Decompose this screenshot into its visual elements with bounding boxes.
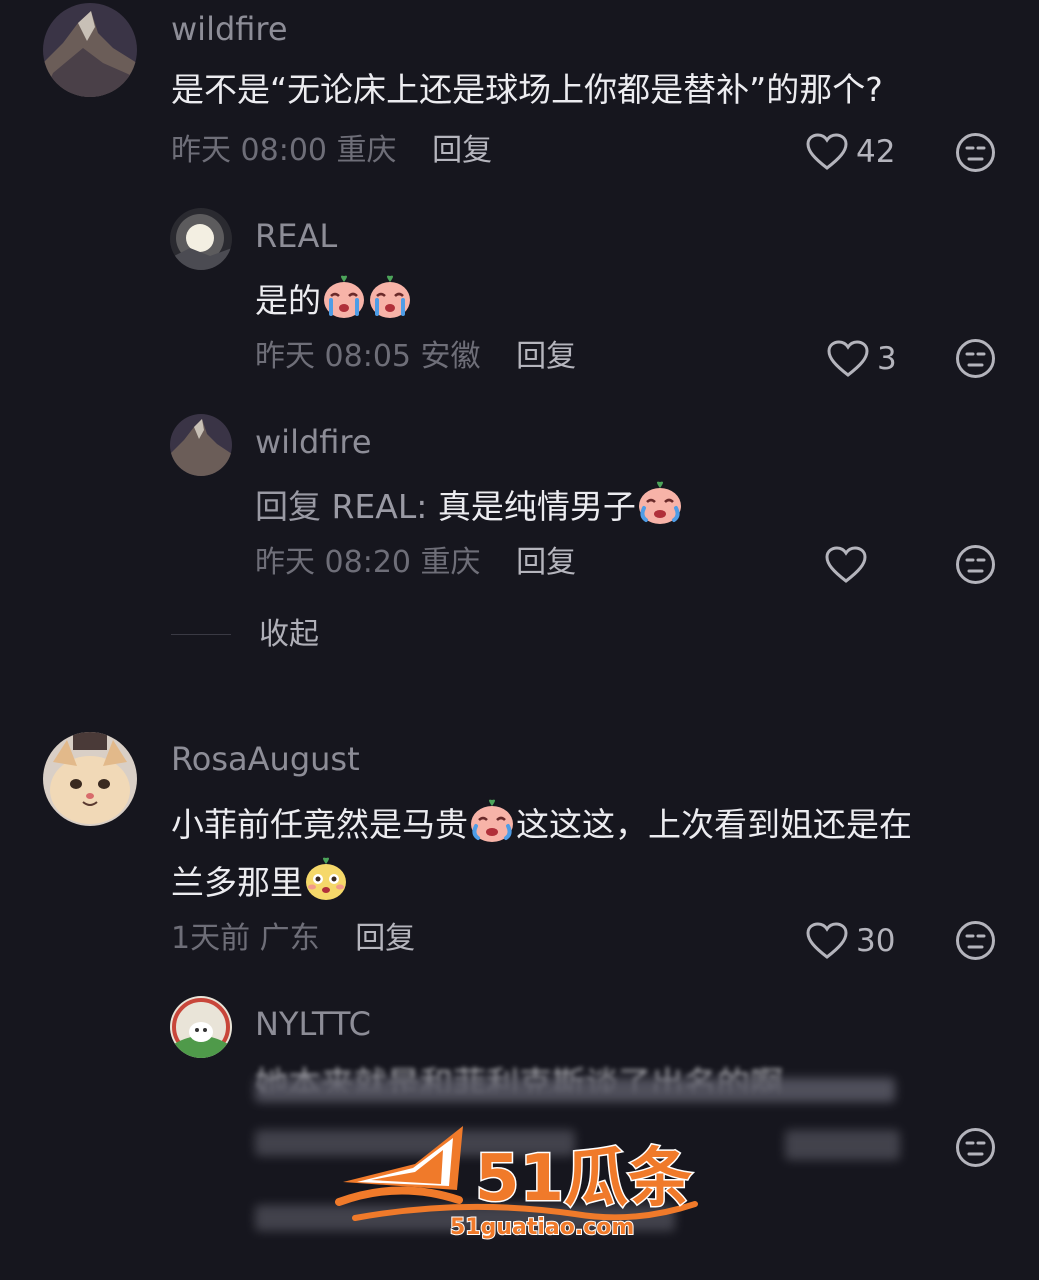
like-count: 3	[877, 341, 897, 377]
comment-time: 昨天 08:00	[171, 133, 327, 168]
reply-meta: 昨天 08:20 重庆 回复	[255, 545, 576, 581]
reply-meta: 昨天 08:05 安徽 回复	[255, 339, 576, 375]
reply-text: 回复 REAL: 真是纯情男子	[255, 480, 684, 529]
cry-emoji-icon	[370, 275, 410, 318]
comment-username[interactable]: wildfire	[171, 10, 288, 48]
reply-location: 重庆	[420, 545, 481, 580]
dislike-face-icon[interactable]	[955, 338, 996, 379]
watermark-brand: 51瓜条	[475, 1142, 692, 1216]
reply-text-content: 是的	[255, 281, 321, 320]
dislike-face-icon[interactable]	[955, 544, 996, 585]
heart-icon	[806, 922, 848, 959]
cry-emoji-icon	[638, 481, 681, 524]
reply-location: 安徽	[420, 339, 481, 374]
reply-button[interactable]: 回复	[516, 339, 576, 374]
comment-meta: 1天前 广东 回复	[171, 921, 415, 957]
reply-time: 昨天 08:05	[255, 339, 411, 374]
avatar[interactable]	[170, 414, 232, 476]
like-count: 30	[856, 923, 896, 959]
like-button[interactable]: 30	[806, 922, 895, 960]
like-button[interactable]	[825, 546, 875, 584]
watermark-logo: 51瓜条 51guatiao.com	[335, 1120, 705, 1245]
heart-icon	[825, 546, 867, 583]
collapse-button[interactable]: 收起	[259, 617, 319, 653]
like-button[interactable]: 3	[827, 340, 897, 378]
comment-text-part: 这这这，上次看到姐还是在	[516, 805, 912, 844]
blurred-text-overlay	[255, 1078, 895, 1102]
avatar[interactable]	[43, 3, 137, 97]
reply-button[interactable]: 回复	[432, 133, 492, 168]
blurred-like-overlay	[785, 1130, 900, 1160]
comment-text: 是不是“无论床上还是球场上你都是替补”的那个?	[171, 70, 883, 109]
heart-icon	[827, 340, 869, 377]
reply-button[interactable]: 回复	[516, 545, 576, 580]
avatar[interactable]	[170, 208, 232, 270]
comment-username[interactable]: RosaAugust	[171, 740, 360, 778]
shy-emoji-icon	[306, 857, 346, 900]
comment-text-line2: 兰多那里	[171, 856, 349, 905]
reply-prefix[interactable]: 回复 REAL:	[255, 487, 427, 526]
reply-text-content: 真是纯情男子	[437, 487, 636, 526]
reply-username[interactable]: NYLTTC	[255, 1005, 371, 1043]
dislike-face-icon[interactable]	[955, 132, 996, 173]
comment-text: 小菲前任竟然是马贵 这这这，上次看到姐还是在	[171, 798, 912, 847]
like-button[interactable]: 42	[806, 133, 895, 171]
comment-text-part: 兰多那里	[171, 863, 303, 902]
heart-icon	[806, 133, 848, 170]
reply-button[interactable]: 回复	[355, 921, 415, 956]
reply-username[interactable]: REAL	[255, 217, 337, 255]
dislike-face-icon[interactable]	[955, 1127, 996, 1168]
comment-text-part: 小菲前任竟然是马贵	[171, 805, 468, 844]
comment-location: 广东	[259, 921, 320, 956]
watermark-url: 51guatiao.com	[450, 1215, 634, 1240]
collapse-divider	[171, 634, 231, 635]
reply-time: 昨天 08:20	[255, 545, 411, 580]
avatar[interactable]	[43, 732, 137, 826]
comment-time: 1天前	[171, 921, 251, 956]
avatar[interactable]	[170, 996, 232, 1058]
comment-meta: 昨天 08:00 重庆 回复	[171, 133, 492, 169]
cry-emoji-icon	[471, 799, 513, 842]
reply-username[interactable]: wildfire	[255, 423, 372, 461]
dislike-face-icon[interactable]	[955, 920, 996, 961]
reply-text: 是的	[255, 274, 413, 323]
like-count: 42	[856, 134, 896, 170]
cry-emoji-icon	[324, 275, 364, 318]
comment-location: 重庆	[336, 133, 397, 168]
